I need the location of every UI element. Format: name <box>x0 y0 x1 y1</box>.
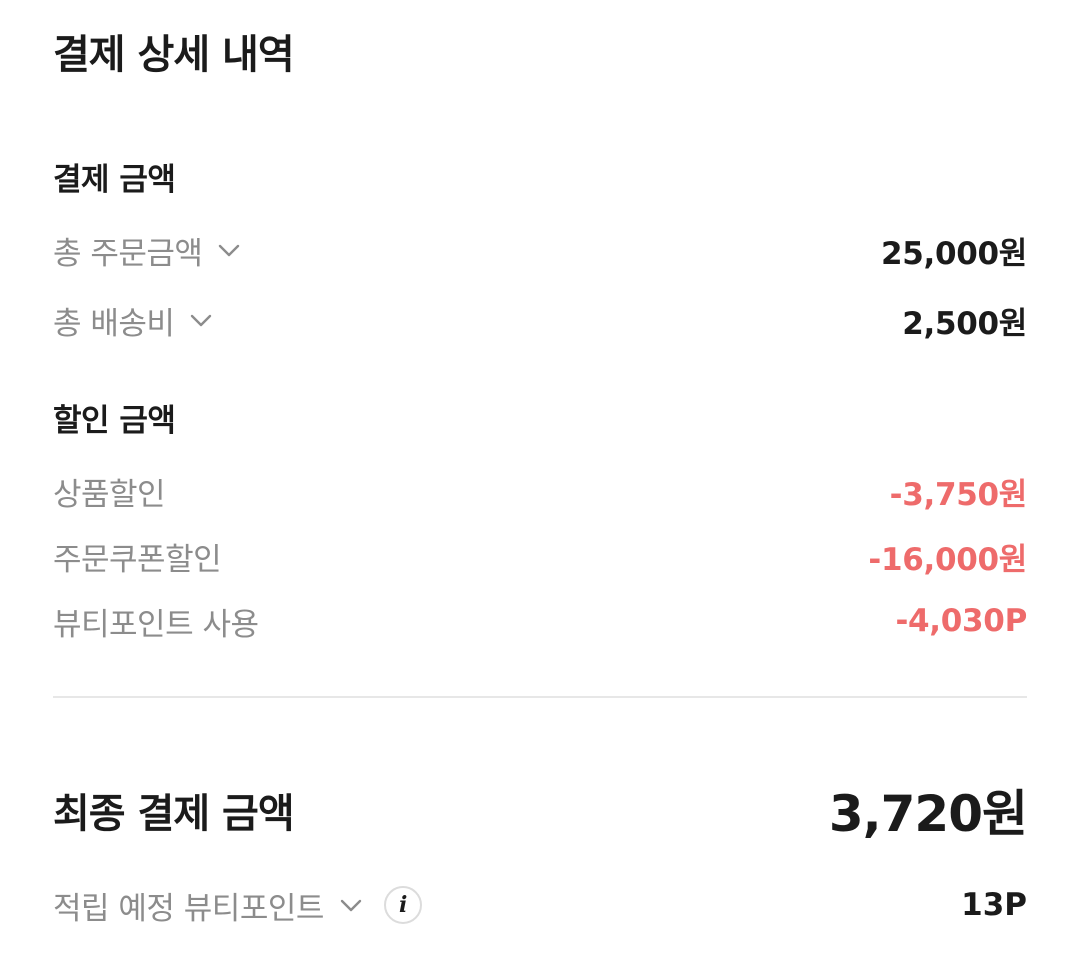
chevron-down-icon[interactable] <box>188 307 214 333</box>
expected-points-label-group[interactable]: 적립 예정 뷰티포인트 i <box>53 883 422 928</box>
beauty-point-use-value: -4,030P <box>895 603 1027 639</box>
product-discount-row: 상품할인 -3,750원 <box>53 466 1027 516</box>
expected-points-value: 13P <box>961 887 1027 923</box>
chevron-down-icon[interactable] <box>216 237 242 263</box>
total-shipping-fee-label: 총 배송비 <box>53 305 175 342</box>
expected-points-row[interactable]: 적립 예정 뷰티포인트 i 13P <box>53 880 1027 930</box>
beauty-point-use-row: 뷰티포인트 사용 -4,030P <box>53 596 1027 646</box>
final-payment-label: 최종 결제 금액 <box>53 791 295 837</box>
total-order-amount-label-group[interactable]: 총 주문금액 <box>53 228 242 273</box>
discount-amount-section-title: 할인 금액 <box>53 403 176 439</box>
total-order-amount-label: 총 주문금액 <box>53 235 203 272</box>
order-coupon-discount-row: 주문쿠폰할인 -16,000원 <box>53 531 1027 581</box>
final-payment-value: 3,720원 <box>828 785 1028 843</box>
order-coupon-discount-value: -16,000원 <box>868 541 1027 578</box>
final-payment-row: 최종 결제 금액 3,720원 <box>53 775 1028 845</box>
order-coupon-discount-label: 주문쿠폰할인 <box>53 541 222 578</box>
product-discount-label: 상품할인 <box>53 476 166 513</box>
divider <box>53 696 1027 698</box>
total-shipping-fee-row[interactable]: 총 배송비 2,500원 <box>53 295 1027 345</box>
total-shipping-fee-value: 2,500원 <box>902 305 1027 342</box>
beauty-point-use-label: 뷰티포인트 사용 <box>53 606 259 643</box>
total-order-amount-row[interactable]: 총 주문금액 25,000원 <box>53 225 1027 275</box>
expected-points-label: 적립 예정 뷰티포인트 <box>53 890 324 927</box>
payment-details-page: 결제 상세 내역 결제 금액 총 주문금액 25,000원 총 배송비 2,50… <box>53 0 1028 966</box>
total-shipping-fee-label-group[interactable]: 총 배송비 <box>53 298 214 343</box>
chevron-down-icon[interactable] <box>338 892 364 918</box>
page-title: 결제 상세 내역 <box>53 32 295 78</box>
total-order-amount-value: 25,000원 <box>880 235 1027 272</box>
info-icon[interactable]: i <box>383 886 422 924</box>
product-discount-value: -3,750원 <box>889 476 1028 513</box>
payment-amount-section-title: 결제 금액 <box>53 162 176 198</box>
